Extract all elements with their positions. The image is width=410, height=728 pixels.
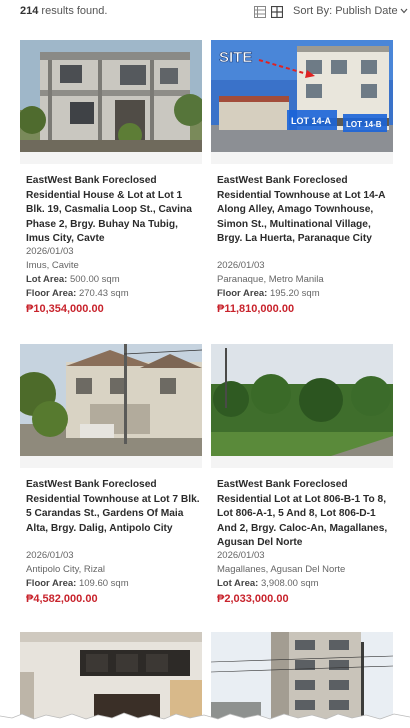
floor-area-label: Floor Area: (26, 578, 79, 589)
floor-area: Floor Area: 109.60 sqm (26, 578, 129, 589)
listing-card[interactable]: EastWest Bank Foreclosed Residential Lot… (211, 344, 393, 614)
listing-date: 2026/01/03 (217, 260, 265, 271)
lot-area-value: 3,908.00 sqm (260, 578, 319, 589)
sort-label: Sort By: (293, 5, 336, 17)
sort-dropdown[interactable]: Sort By: Publish Date (293, 5, 408, 17)
listing-location: Imus, Cavite (26, 260, 79, 271)
listing-title[interactable]: EastWest Bank Foreclosed Residential Hou… (26, 174, 202, 247)
sort-value: Publish Date (335, 5, 398, 17)
listing-photo[interactable] (20, 40, 202, 152)
listing-title[interactable]: EastWest Bank Foreclosed Residential Tow… (217, 174, 393, 247)
card-divider (211, 456, 393, 468)
listing-title[interactable]: EastWest Bank Foreclosed Residential Tow… (26, 478, 202, 536)
floor-area-value: 270.43 sqm (78, 288, 129, 299)
floor-area-label: Floor Area: (217, 288, 270, 299)
floor-area-label: Floor Area: (26, 288, 79, 299)
listing-location: Antipolo City, Rizal (26, 564, 106, 575)
floor-area: Floor Area: 195.20 sqm (217, 288, 320, 299)
listing-date: 2026/01/03 (26, 550, 74, 561)
chevron-down-icon (400, 5, 408, 17)
listing-price: ₱4,582,000.00 (26, 593, 98, 605)
lot-area: Lot Area: 3,908.00 sqm (217, 578, 319, 589)
results-toolbar: 214 results found. Sort By: Publish Date (0, 0, 410, 28)
photo-lot-b-label: LOT 14-B (346, 120, 382, 129)
lot-area-value: 500.00 sqm (69, 274, 120, 285)
results-count: 214 results found. (20, 5, 107, 17)
listing-date: 2026/01/03 (26, 246, 74, 257)
lot-area-label: Lot Area: (26, 274, 70, 285)
listing-card[interactable]: EastWest Bank Foreclosed Residential Hou… (20, 40, 202, 340)
floor-area: Floor Area: 270.43 sqm (26, 288, 129, 299)
listing-photo[interactable]: SITE LOT 14-A LOT 14-B (211, 40, 393, 152)
lot-area-label: Lot Area: (217, 578, 261, 589)
card-divider (211, 152, 393, 164)
listing-card[interactable]: SITE LOT 14-A LOT 14-B EastWest Bank For… (211, 40, 393, 340)
floor-area-value: 195.20 sqm (269, 288, 320, 299)
card-divider (20, 456, 202, 468)
listing-photo[interactable] (211, 344, 393, 456)
listing-photo[interactable] (20, 344, 202, 456)
photo-site-label: SITE (219, 49, 252, 66)
card-divider (20, 152, 202, 164)
listing-price: ₱11,810,000.00 (217, 303, 295, 315)
grid-view-icon[interactable] (270, 5, 284, 19)
floor-area-value: 109.60 sqm (78, 578, 129, 589)
listing-title[interactable]: EastWest Bank Foreclosed Residential Lot… (217, 478, 393, 551)
results-number: 214 (20, 5, 39, 17)
listing-location: Magallanes, Agusan Del Norte (217, 564, 346, 575)
results-suffix: results found. (38, 5, 108, 17)
listing-price: ₱2,033,000.00 (217, 593, 289, 605)
listing-date: 2026/01/03 (217, 550, 265, 561)
list-view-icon[interactable] (254, 5, 266, 18)
listing-price: ₱10,354,000.00 (26, 303, 104, 315)
torn-edge (0, 712, 410, 728)
listing-card[interactable]: EastWest Bank Foreclosed Residential Tow… (20, 344, 202, 614)
listing-location: Paranaque, Metro Manila (217, 274, 324, 285)
photo-lot-a-label: LOT 14-A (291, 116, 332, 126)
lot-area: Lot Area: 500.00 sqm (26, 274, 120, 285)
